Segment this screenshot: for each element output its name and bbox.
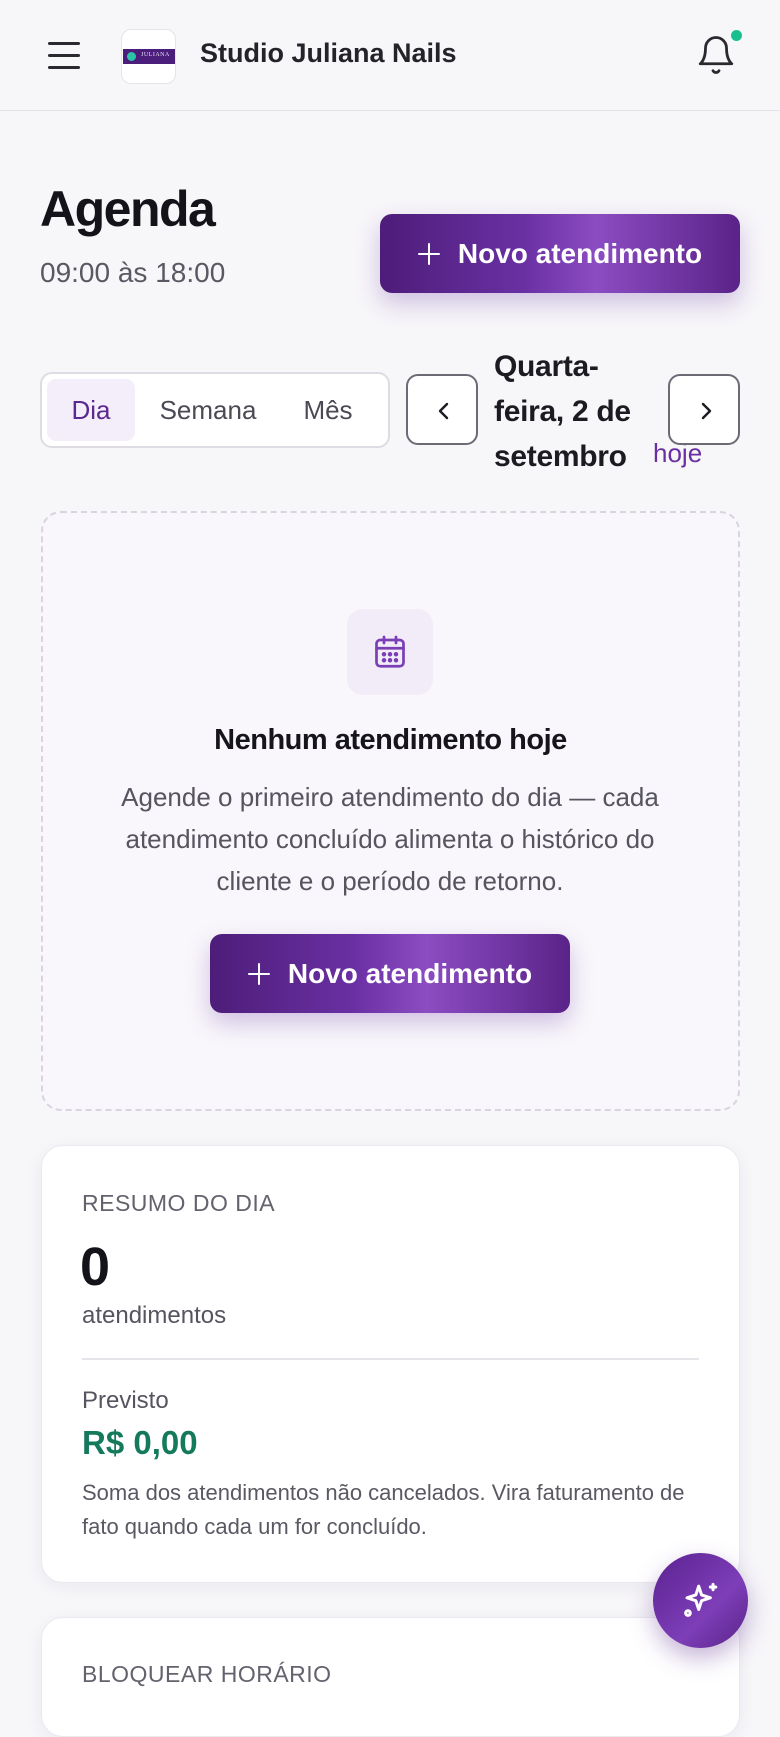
business-hours: 09:00 às 18:00 bbox=[40, 257, 226, 288]
new-appointment-button[interactable]: Novo atendimento bbox=[380, 214, 740, 293]
appointment-count-unit: atendimentos bbox=[82, 1302, 227, 1329]
current-date: Quarta- feira, 2 de setembro bbox=[494, 344, 654, 479]
empty-state-description: Agende o primeiro atendimento do dia — c… bbox=[121, 782, 659, 896]
notification-dot bbox=[729, 28, 744, 43]
hamburger-menu-icon[interactable] bbox=[44, 36, 84, 76]
previous-day-button[interactable] bbox=[406, 374, 478, 445]
page-title: Agenda bbox=[40, 181, 216, 237]
forecast-value: R$ 0,00 bbox=[82, 1424, 198, 1461]
forecast-label: Previsto bbox=[82, 1387, 169, 1414]
date-line: feira, 2 de bbox=[494, 395, 631, 428]
appointment-count: 0 bbox=[80, 1237, 111, 1297]
top-bar: JULIANA Studio Juliana Nails bbox=[0, 0, 780, 111]
new-appointment-empty-button[interactable]: Novo atendimento bbox=[210, 934, 570, 1013]
plus-icon bbox=[417, 242, 440, 265]
empty-state-title: Nenhum atendimento hoje bbox=[214, 724, 567, 756]
tab-day[interactable]: Dia bbox=[47, 379, 135, 441]
chevron-left-icon bbox=[438, 402, 449, 420]
chevron-right-icon bbox=[701, 402, 712, 420]
forecast-note: Soma dos atendimentos não cancelados. Vi… bbox=[82, 1480, 685, 1539]
next-day-button[interactable] bbox=[668, 374, 740, 445]
studio-name: Studio Juliana Nails bbox=[200, 38, 457, 68]
sparkles-icon bbox=[684, 1582, 718, 1617]
tab-month[interactable]: Mês bbox=[278, 379, 378, 441]
new-appointment-label: Novo atendimento bbox=[287, 957, 533, 989]
calendar-icon bbox=[347, 609, 433, 695]
summary-label: RESUMO DO DIA bbox=[82, 1190, 276, 1216]
ai-assistant-button[interactable] bbox=[653, 1553, 748, 1648]
studio-logo: JULIANA bbox=[121, 29, 176, 84]
new-appointment-label: Novo atendimento bbox=[457, 237, 703, 269]
tab-week[interactable]: Semana bbox=[143, 379, 273, 441]
plus-icon bbox=[247, 962, 270, 985]
block-time-label: BLOQUEAR HORÁRIO bbox=[82, 1661, 332, 1687]
divider bbox=[82, 1358, 699, 1360]
logo-text: JULIANA bbox=[141, 52, 170, 58]
date-line: Quarta- bbox=[494, 350, 599, 383]
date-line: setembro bbox=[494, 440, 627, 473]
view-switcher: Dia Semana Mês bbox=[40, 372, 390, 448]
